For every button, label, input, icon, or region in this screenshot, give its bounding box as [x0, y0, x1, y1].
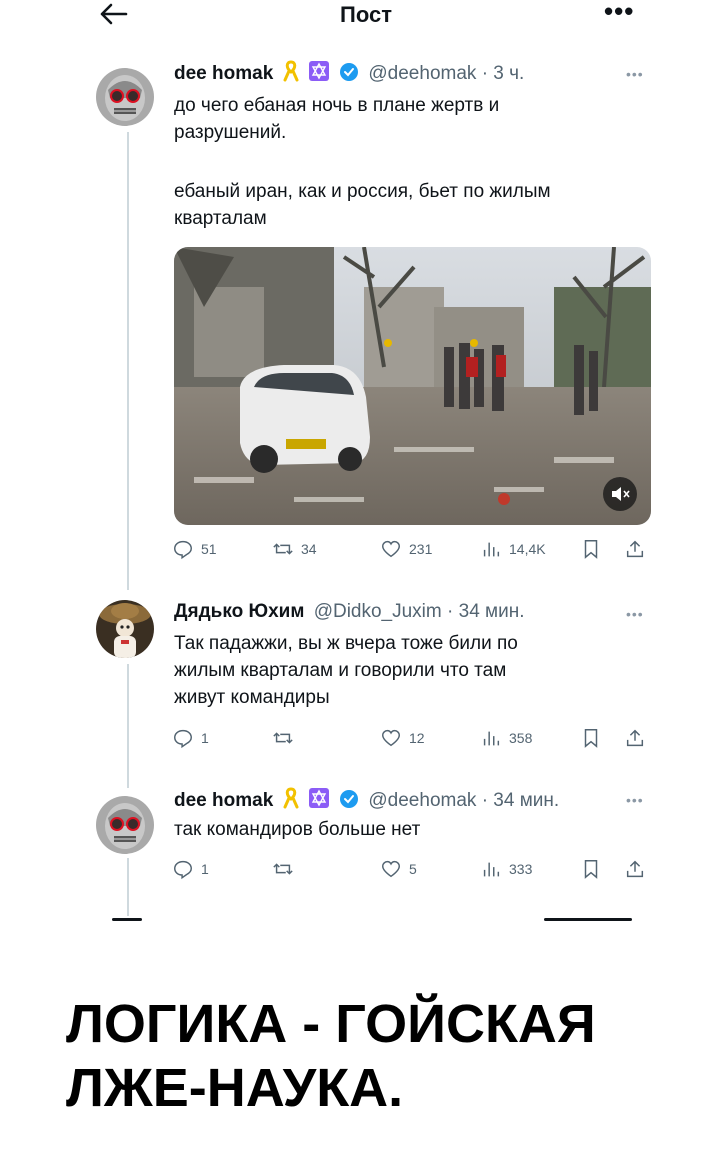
share-button[interactable]	[624, 727, 653, 749]
reply-icon	[174, 729, 192, 749]
views-icon	[483, 731, 500, 746]
tweet-actions: 1 5 333	[172, 858, 652, 884]
verified-icon	[339, 789, 359, 815]
retweet-icon	[273, 863, 293, 875]
author-handle[interactable]: @deehomak	[368, 790, 476, 811]
bookmark-button[interactable]	[580, 538, 609, 560]
avatar[interactable]	[96, 68, 154, 126]
author-handle[interactable]: @deehomak	[368, 63, 476, 84]
video-thumbnail[interactable]	[174, 247, 651, 525]
reply-count: 1	[201, 861, 209, 877]
top-bar: Пост •••	[0, 0, 720, 30]
ribbon-icon	[283, 60, 299, 88]
views-icon	[483, 542, 500, 557]
post-time: · 3 ч.	[481, 63, 525, 84]
bookmark-icon	[584, 860, 598, 879]
tweet-text: Так падажжи, вы ж вчера тоже били по жил…	[174, 630, 644, 711]
partial-divider	[112, 918, 142, 921]
post-time: · 34 мин.	[447, 601, 525, 622]
like-count: 5	[409, 861, 417, 877]
back-arrow-icon[interactable]	[96, 0, 132, 28]
author-handle[interactable]: @Didko_Juxim	[314, 601, 442, 622]
share-icon	[626, 860, 644, 878]
mute-icon[interactable]	[603, 477, 637, 511]
avatar[interactable]	[96, 600, 154, 658]
like-icon	[382, 729, 400, 747]
views-count: 14,4K	[509, 541, 546, 557]
text-line: ебаный иран, как и россия, бьет по жилым	[174, 181, 551, 202]
post-time: · 34 мин.	[481, 790, 560, 811]
text-line: кварталам	[174, 208, 267, 229]
retweet-count: 34	[301, 541, 317, 557]
text-spacer	[174, 146, 644, 178]
star-of-david-icon	[308, 787, 330, 815]
tweet-actions: 51 34 231 14,4K	[172, 538, 652, 564]
author-name[interactable]: dee homak	[174, 790, 273, 811]
bookmark-icon	[584, 540, 598, 559]
retweet-icon	[273, 543, 293, 555]
caption-line: ЛЖЕ-НАУКА.	[66, 1058, 404, 1118]
tweet-header: dee homak @deehomak · 34 мин.	[174, 787, 559, 813]
reply-count: 1	[201, 730, 209, 746]
like-count: 12	[409, 730, 425, 746]
share-icon	[626, 729, 644, 747]
reply-button[interactable]: 1	[172, 858, 209, 880]
text-line: живут командиры	[174, 687, 330, 708]
bookmark-icon	[584, 729, 598, 748]
views-button[interactable]: 14,4K	[480, 538, 546, 560]
retweet-button[interactable]: 34	[272, 538, 317, 560]
author-name[interactable]: Дядько Юхим	[174, 601, 304, 622]
tweet-header: dee homak @deehomak · 3 ч.	[174, 60, 524, 86]
tweet-text: так командиров больше нет	[174, 816, 644, 843]
reply-button[interactable]: 51	[172, 538, 217, 560]
retweet-button[interactable]	[272, 858, 301, 880]
views-button[interactable]: 358	[480, 727, 532, 749]
verified-icon	[339, 62, 359, 88]
reply-count: 51	[201, 541, 217, 557]
like-button[interactable]: 5	[380, 858, 417, 880]
thread-line	[127, 664, 129, 788]
like-icon	[382, 860, 400, 878]
text-line: до чего ебаная ночь в плане жертв и	[174, 95, 500, 116]
share-button[interactable]	[624, 538, 653, 560]
text-line: разрушений.	[174, 122, 287, 143]
share-button[interactable]	[624, 858, 653, 880]
views-count: 358	[509, 730, 533, 746]
views-icon	[483, 862, 500, 877]
avatar[interactable]	[96, 796, 154, 854]
star-of-david-icon	[308, 60, 330, 88]
tweet-more-icon[interactable]: •••	[626, 792, 644, 808]
tweet-more-icon[interactable]: •••	[626, 606, 644, 622]
ribbon-icon	[283, 787, 299, 815]
thread-line	[127, 858, 129, 916]
like-button[interactable]: 12	[380, 727, 425, 749]
thread-line	[127, 132, 129, 590]
text-line: так командиров больше нет	[174, 819, 421, 840]
text-line: Так падажжи, вы ж вчера тоже били по	[174, 633, 518, 654]
caption-line: ЛОГИКА - ГОЙСКАЯ	[66, 994, 596, 1054]
share-icon	[626, 540, 644, 558]
partial-divider	[544, 918, 632, 921]
meme-caption: ЛОГИКА - ГОЙСКАЯ ЛЖЕ-НАУКА.	[66, 992, 686, 1120]
retweet-button[interactable]	[272, 727, 301, 749]
tweet-text: до чего ебаная ночь в плане жертв и разр…	[174, 92, 644, 232]
tweet-header: Дядько Юхим @Didko_Juxim · 34 мин.	[174, 601, 524, 627]
like-count: 231	[409, 541, 433, 557]
author-name[interactable]: dee homak	[174, 63, 273, 84]
reply-button[interactable]: 1	[172, 727, 209, 749]
page-title: Пост	[340, 2, 392, 27]
views-button[interactable]: 333	[480, 858, 532, 880]
reply-icon	[174, 860, 192, 880]
like-button[interactable]: 231	[380, 538, 432, 560]
more-icon[interactable]: •••	[604, 0, 634, 27]
tweet-more-icon[interactable]: •••	[626, 66, 644, 82]
views-count: 333	[509, 861, 533, 877]
bookmark-button[interactable]	[580, 858, 609, 880]
retweet-icon	[273, 732, 293, 744]
reply-icon	[174, 540, 192, 560]
text-line: жилым кварталам и говорили что там	[174, 660, 507, 681]
like-icon	[382, 540, 400, 558]
tweet-actions: 1 12 358	[172, 727, 652, 753]
bookmark-button[interactable]	[580, 727, 609, 749]
